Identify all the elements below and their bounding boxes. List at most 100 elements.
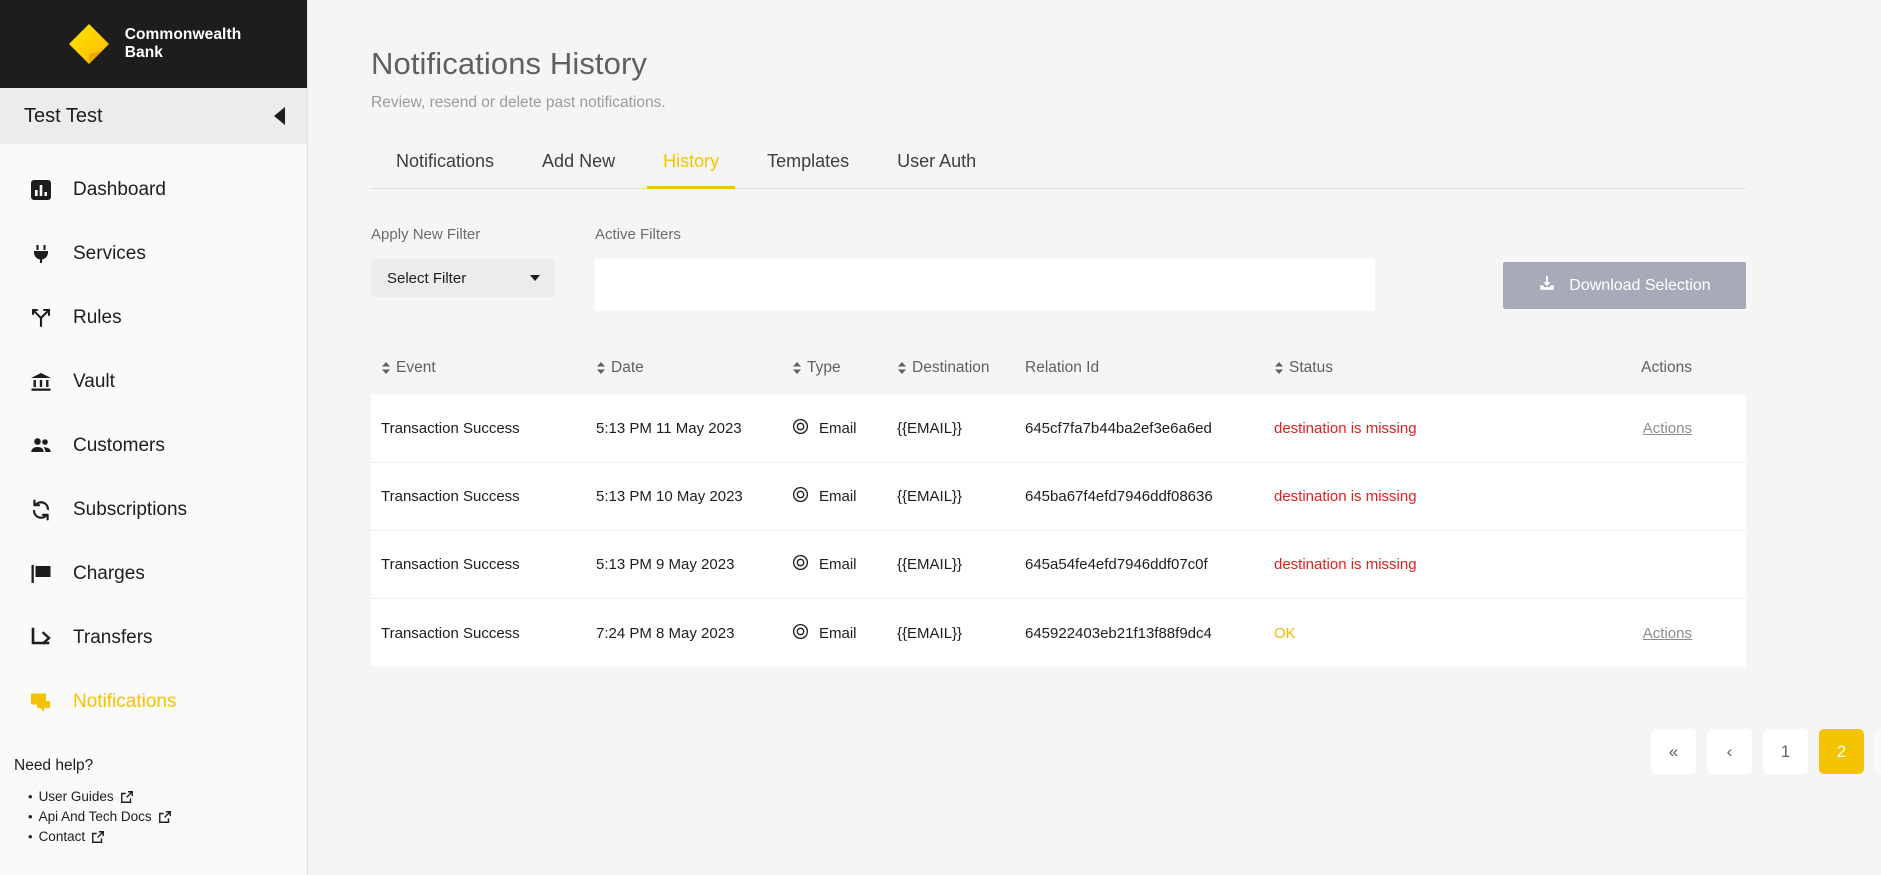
column-header-event[interactable]: Event [381,359,596,377]
sidebar-item-vault[interactable]: Vault [0,358,307,406]
cell-destination: {{EMAIL}} [897,420,963,437]
sidebar-nav: Dashboard Services Rules Vault Customers… [0,144,307,757]
cell-date: 5:13 PM 10 May 2023 [596,488,743,505]
sort-icon [1274,361,1284,375]
cell-date: 5:13 PM 9 May 2023 [596,556,735,573]
tab-templates[interactable]: Templates [743,151,873,188]
help-link-label: User Guides [38,789,114,804]
cell-destination: {{EMAIL}} [897,624,963,642]
column-header-relation-id: Relation Id [1025,359,1274,377]
help-link-contact[interactable]: • Contact [14,829,307,844]
sidebar-item-customers[interactable]: Customers [0,422,307,470]
sidebar-item-rules[interactable]: Rules [0,294,307,342]
sidebar-item-services[interactable]: Services [0,230,307,278]
sidebar-item-label: Vault [73,371,115,392]
sidebar-item-label: Customers [73,435,165,456]
external-link-icon [158,810,172,824]
cell-type: Email [792,486,897,507]
user-name: Test Test [24,104,103,127]
collapse-left-icon[interactable] [274,107,285,125]
cell-relation-id: 645ba67f4efd7946ddf08636 [1025,488,1213,505]
cell-relation-id: 645cf7fa7b44ba2ef3e6a6ed [1025,420,1212,437]
column-header-label: Destination [912,359,990,376]
app-root: Commonwealth Bank Test Test Dashboard Se… [0,0,1881,875]
pagination-next[interactable]: › [1875,729,1881,774]
help-link-user-guides[interactable]: • User Guides [14,789,307,804]
brand-name: Commonwealth Bank [125,26,242,63]
download-icon [1538,274,1556,297]
column-header-status[interactable]: Status [1274,359,1559,377]
chart-bar-icon [28,177,54,203]
download-selection-button[interactable]: Download Selection [1503,262,1746,309]
sort-icon [897,361,907,375]
sidebar-item-label: Rules [73,307,122,328]
active-filters-label: Active Filters [595,226,681,243]
sidebar-item-label: Charges [73,563,145,584]
target-circle-icon [792,554,809,575]
target-circle-icon [792,623,809,644]
help-section: Need help? • User Guides • Api And Tech … [0,757,307,875]
external-link-icon [91,830,105,844]
select-filter-value: Select Filter [387,269,467,287]
table-row[interactable]: Transaction Success 5:13 PM 11 May 2023 … [371,395,1746,463]
cell-type: Email [792,623,897,644]
cell-status: destination is missing [1274,488,1417,505]
tab-add-new[interactable]: Add New [518,151,639,188]
tab-bar: Notifications Add New History Templates … [371,151,1746,189]
cell-event: Transaction Success [381,488,520,505]
pagination-page-2[interactable]: 2 [1819,729,1864,774]
filter-bar: Apply New Filter Select Filter Active Fi… [371,226,1746,311]
sidebar-item-subscriptions[interactable]: Subscriptions [0,486,307,534]
target-circle-icon [792,486,809,507]
download-selection-label: Download Selection [1569,276,1711,294]
column-header-date[interactable]: Date [596,359,792,377]
cell-actions: Actions [1559,556,1694,573]
cell-destination: {{EMAIL}} [897,556,963,573]
table-row[interactable]: Transaction Success 5:13 PM 10 May 2023 … [371,463,1746,531]
sidebar-item-transfers[interactable]: Transfers [0,614,307,662]
help-link-label: Api And Tech Docs [38,809,152,824]
pagination-prev[interactable]: ‹ [1707,729,1752,774]
bank-icon [28,369,54,395]
pagination: « ‹ 1 2 › » 10 [1651,729,1881,774]
row-actions-link[interactable]: Actions [1643,625,1692,642]
table-header-row: Event Date Type Destination Relation Id … [371,352,1746,384]
brand-name-line2: Bank [124,44,163,61]
column-header-destination[interactable]: Destination [897,359,1025,377]
sort-icon [596,361,606,375]
cell-status: OK [1274,624,1296,642]
pagination-first[interactable]: « [1651,729,1696,774]
sidebar-item-charges[interactable]: Charges [0,550,307,598]
column-header-type[interactable]: Type [792,359,897,377]
table-row[interactable]: Transaction Success 7:24 PM 8 May 2023 E… [371,599,1746,667]
sidebar: Commonwealth Bank Test Test Dashboard Se… [0,0,308,875]
target-circle-icon [792,418,809,439]
table-row[interactable]: Transaction Success 5:13 PM 9 May 2023 E… [371,531,1746,599]
help-link-api-tech-docs[interactable]: • Api And Tech Docs [14,809,307,824]
cell-type-label: Email [819,488,857,505]
tab-history[interactable]: History [639,151,743,189]
external-link-icon [120,790,134,804]
tab-user-auth[interactable]: User Auth [873,151,1000,188]
cell-actions: Actions [1559,625,1694,642]
cell-actions: Actions [1559,488,1694,505]
sort-icon [792,361,802,375]
column-header-label: Actions [1641,359,1692,376]
tab-notifications[interactable]: Notifications [372,151,518,188]
sidebar-item-label: Subscriptions [73,499,188,520]
refresh-icon [28,497,54,523]
cell-event: Transaction Success [381,420,520,437]
table-body: Transaction Success 5:13 PM 11 May 2023 … [371,395,1746,667]
pagination-page-1[interactable]: 1 [1763,729,1808,774]
sidebar-item-notifications[interactable]: Notifications [0,678,307,726]
cell-status: destination is missing [1274,556,1417,573]
cell-date: 5:13 PM 11 May 2023 [596,420,742,437]
brand-header: Commonwealth Bank [0,0,307,88]
sidebar-item-dashboard[interactable]: Dashboard [0,166,307,214]
flag-icon [28,561,54,587]
select-filter-dropdown[interactable]: Select Filter [371,259,554,297]
column-header-label: Type [807,359,841,376]
active-filters-box[interactable] [595,259,1375,311]
row-actions-link[interactable]: Actions [1643,420,1692,437]
main-content: Notifications History Review, resend or … [308,0,1881,875]
